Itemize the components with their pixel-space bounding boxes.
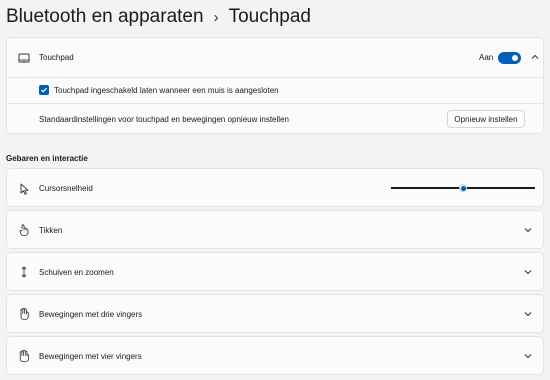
three-finger-label: Bewegingen met drie vingers — [39, 310, 143, 319]
cursor-speed-slider[interactable] — [391, 181, 535, 195]
three-finger-icon — [17, 307, 31, 321]
toggle-state-label: Aan — [479, 53, 494, 62]
keep-enabled-checkbox[interactable] — [39, 85, 49, 95]
chevron-down-icon — [523, 351, 533, 361]
slider-thumb[interactable] — [459, 184, 467, 192]
scroll-zoom-card[interactable]: Schuiven en zoomen — [6, 252, 544, 291]
reset-label: Standaardinstellingen voor touchpad en b… — [39, 115, 289, 124]
cursor-speed-label: Cursorsnelheid — [39, 184, 93, 193]
cursor-speed-card: Cursorsnelheid — [6, 168, 544, 207]
four-finger-label: Bewegingen met vier vingers — [39, 352, 142, 361]
chevron-down-icon — [523, 267, 533, 277]
touchpad-icon — [17, 51, 31, 65]
cursor-icon — [17, 182, 31, 196]
three-finger-card[interactable]: Bewegingen met drie vingers — [6, 294, 544, 333]
touchpad-header-row[interactable]: Touchpad Aan — [7, 38, 543, 77]
toggle-knob — [512, 55, 518, 61]
scroll-zoom-icon — [17, 265, 31, 279]
slider-thumb-dot — [460, 185, 466, 191]
reset-button[interactable]: Opnieuw instellen — [447, 110, 525, 128]
touchpad-label: Touchpad — [39, 53, 74, 62]
page-title: Touchpad — [228, 6, 311, 27]
touchpad-toggle[interactable] — [498, 52, 521, 64]
tap-icon — [17, 223, 31, 237]
chevron-up-icon[interactable] — [530, 52, 540, 62]
chevron-down-icon — [523, 309, 533, 319]
breadcrumb: Bluetooth en apparaten › Touchpad — [6, 4, 311, 30]
tap-label: Tikken — [39, 226, 63, 235]
tap-card[interactable]: Tikken — [6, 210, 544, 249]
four-finger-card[interactable]: Bewegingen met vier vingers — [6, 336, 544, 375]
breadcrumb-parent[interactable]: Bluetooth en apparaten — [6, 6, 204, 28]
keep-enabled-row: Touchpad ingeschakeld laten wanneer een … — [7, 78, 543, 103]
section-title: Gebaren en interactie — [6, 154, 88, 163]
touchpad-card: Touchpad Aan Touchpad ingeschakeld laten… — [6, 37, 544, 134]
breadcrumb-separator: › — [213, 8, 219, 26]
four-finger-icon — [17, 349, 31, 363]
reset-row: Standaardinstellingen voor touchpad en b… — [7, 104, 543, 135]
chevron-down-icon — [523, 225, 533, 235]
scroll-zoom-label: Schuiven en zoomen — [39, 268, 114, 277]
keep-enabled-label: Touchpad ingeschakeld laten wanneer een … — [54, 86, 279, 95]
